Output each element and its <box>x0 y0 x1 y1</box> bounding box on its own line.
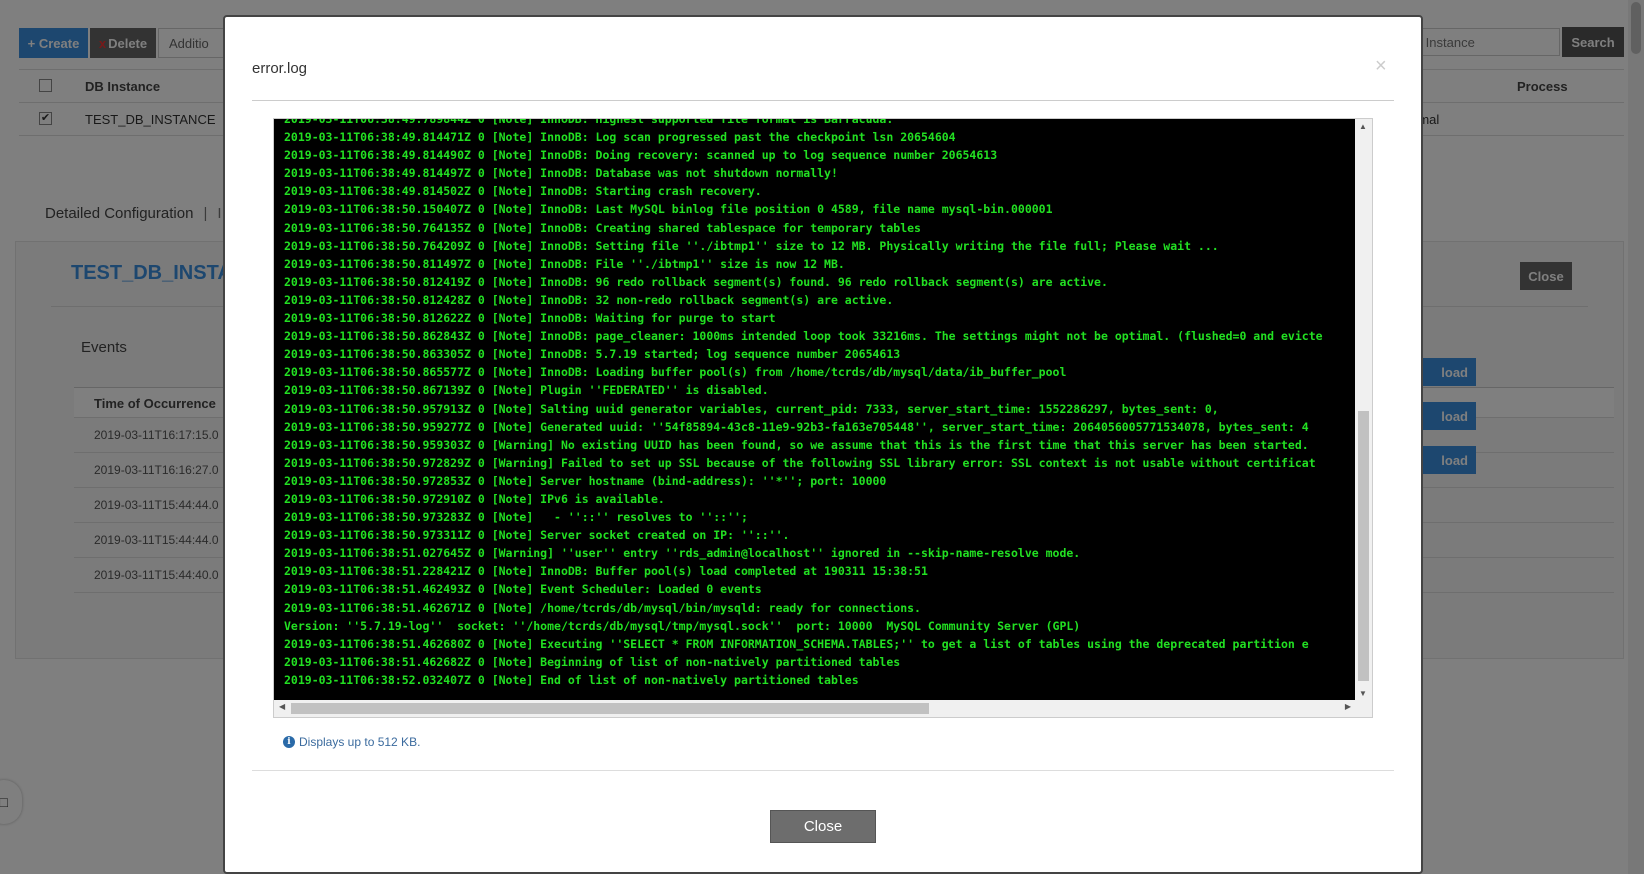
log-line: 2019-03-11T06:38:50.764209Z 0 [Note] Inn… <box>284 238 1219 253</box>
log-line: 2019-03-11T06:38:50.812419Z 0 [Note] Inn… <box>284 274 1108 289</box>
scroll-thumb[interactable] <box>1358 411 1369 681</box>
divider <box>252 100 1394 101</box>
log-line: 2019-03-11T06:38:50.972910Z 0 [Note] IPv… <box>284 491 665 506</box>
scroll-thumb[interactable] <box>291 703 929 714</box>
log-line: 2019-03-11T06:38:49.814471Z 0 [Note] Inn… <box>284 130 956 145</box>
log-text-area[interactable]: 2019-03-11T06:38:49.789844Z 0 [Note] Inn… <box>274 119 1356 701</box>
scroll-left-icon[interactable]: ◀ <box>279 702 285 711</box>
log-line: 2019-03-11T06:38:50.973311Z 0 [Note] Ser… <box>284 528 790 543</box>
log-line: 2019-03-11T06:38:50.867139Z 0 [Note] Plu… <box>284 383 769 398</box>
scroll-up-icon[interactable]: ▲ <box>1359 122 1367 131</box>
log-line: 2019-03-11T06:38:50.972829Z 0 [Warning] … <box>284 455 1316 470</box>
log-line: 2019-03-11T06:38:51.462493Z 0 [Note] Eve… <box>284 582 762 597</box>
log-line: Version: ''5.7.19-log'' socket: ''/home/… <box>284 618 1081 633</box>
size-note-text: Displays up to 512 KB. <box>299 735 421 749</box>
log-line: 2019-03-11T06:38:52.032407Z 0 [Note] End… <box>284 672 859 687</box>
log-lines: 2019-03-11T06:38:49.789844Z 0 [Note] Inn… <box>284 119 1323 689</box>
log-line: 2019-03-11T06:38:50.959303Z 0 [Warning] … <box>284 437 1309 452</box>
log-line: 2019-03-11T06:38:50.972853Z 0 [Note] Ser… <box>284 473 887 488</box>
log-horizontal-scrollbar[interactable]: ◀ ▶ <box>274 700 1356 717</box>
info-icon: i <box>283 736 295 748</box>
scroll-down-icon[interactable]: ▼ <box>1359 689 1367 698</box>
log-line: 2019-03-11T06:38:51.228421Z 0 [Note] Inn… <box>284 564 928 579</box>
log-line: 2019-03-11T06:38:51.462671Z 0 [Note] /ho… <box>284 600 921 615</box>
log-vertical-scrollbar[interactable]: ▲ ▼ <box>1355 119 1372 701</box>
log-line: 2019-03-11T06:38:49.789844Z 0 [Note] Inn… <box>284 119 894 126</box>
size-note: i Displays up to 512 KB. <box>283 735 420 749</box>
log-line: 2019-03-11T06:38:50.959277Z 0 [Note] Gen… <box>284 419 1309 434</box>
log-line: 2019-03-11T06:38:49.814497Z 0 [Note] Inn… <box>284 166 838 181</box>
log-line: 2019-03-11T06:38:49.814502Z 0 [Note] Inn… <box>284 184 762 199</box>
log-viewer[interactable]: 2019-03-11T06:38:49.789844Z 0 [Note] Inn… <box>273 118 1373 718</box>
modal-close-button[interactable]: Close <box>770 810 876 843</box>
log-line: 2019-03-11T06:38:50.812428Z 0 [Note] Inn… <box>284 292 894 307</box>
modal-title: error.log <box>252 60 308 77</box>
log-line: 2019-03-11T06:38:51.462682Z 0 [Note] Beg… <box>284 654 901 669</box>
log-line: 2019-03-11T06:38:50.973283Z 0 [Note] - '… <box>284 510 748 525</box>
log-line: 2019-03-11T06:38:51.027645Z 0 [Warning] … <box>284 546 1081 561</box>
close-icon[interactable]: × <box>1375 55 1387 78</box>
error-log-modal: error.log × 2019-03-11T06:38:49.789844Z … <box>223 15 1423 874</box>
log-line: 2019-03-11T06:38:49.814490Z 0 [Note] Inn… <box>284 148 998 163</box>
log-line: 2019-03-11T06:38:50.764135Z 0 [Note] Inn… <box>284 220 921 235</box>
divider <box>252 770 1394 771</box>
log-line: 2019-03-11T06:38:50.862843Z 0 [Note] Inn… <box>284 329 1323 344</box>
log-line: 2019-03-11T06:38:50.865577Z 0 [Note] Inn… <box>284 365 1067 380</box>
log-line: 2019-03-11T06:38:50.863305Z 0 [Note] Inn… <box>284 347 901 362</box>
log-line: 2019-03-11T06:38:50.957913Z 0 [Note] Sal… <box>284 401 1219 416</box>
log-line: 2019-03-11T06:38:51.462680Z 0 [Note] Exe… <box>284 636 1309 651</box>
log-line: 2019-03-11T06:38:50.812622Z 0 [Note] Inn… <box>284 311 776 326</box>
scroll-right-icon[interactable]: ▶ <box>1345 702 1351 711</box>
log-line: 2019-03-11T06:38:50.811497Z 0 [Note] Inn… <box>284 256 845 271</box>
log-line: 2019-03-11T06:38:50.150407Z 0 [Note] Inn… <box>284 202 1053 217</box>
